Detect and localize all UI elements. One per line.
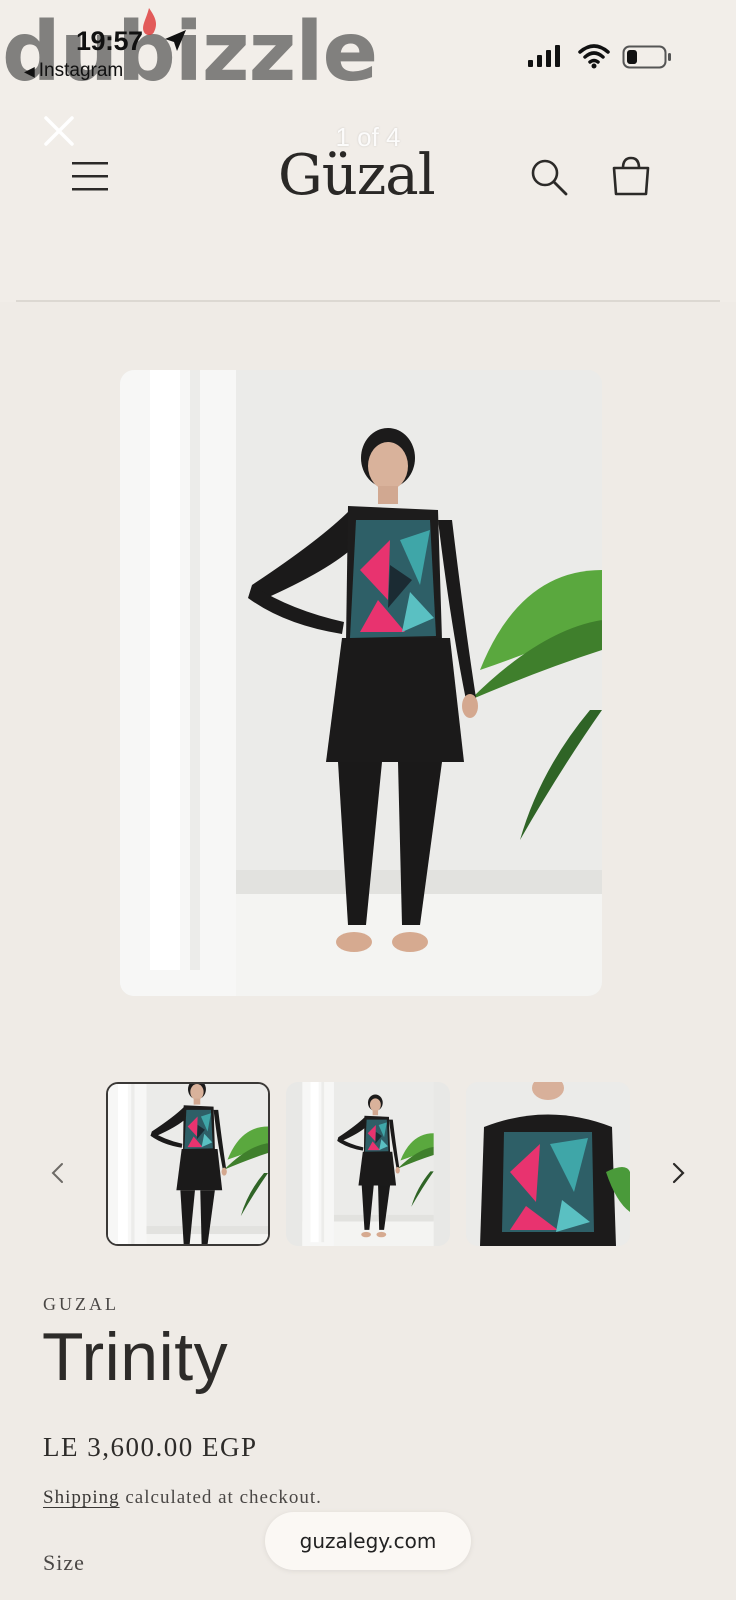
thumbnail-2[interactable]	[286, 1082, 450, 1246]
header-divider	[16, 300, 720, 302]
shipping-text: calculated at checkout.	[125, 1487, 322, 1508]
shipping-link[interactable]: Shipping	[43, 1487, 120, 1508]
chevron-right-icon[interactable]	[668, 1160, 690, 1186]
status-time: 19:57	[76, 26, 143, 56]
back-triangle-icon: ◀	[24, 63, 35, 79]
model-closeup-thumb	[466, 1082, 630, 1246]
battery-icon	[622, 45, 671, 69]
browser-url-bar[interactable]: guzalegy.com	[265, 1512, 471, 1570]
model-photo	[120, 370, 602, 996]
thumbnail-3[interactable]	[466, 1082, 630, 1246]
store-header: 1 of 4 Güzal	[0, 110, 736, 302]
cellular-signal-icon	[528, 45, 560, 67]
menu-icon[interactable]	[70, 158, 110, 194]
thumbnail-1[interactable]	[106, 1082, 270, 1246]
product-title: Trinity	[42, 1319, 229, 1395]
back-to-app-link[interactable]: ◀ Instagram	[24, 60, 123, 82]
product-main-image[interactable]	[120, 370, 602, 996]
url-text: guzalegy.com	[299, 1529, 437, 1553]
model-photo-thumb	[108, 1084, 268, 1244]
model-photo-thumb	[302, 1082, 434, 1246]
cart-icon[interactable]	[610, 154, 652, 198]
shipping-note: Shipping calculated at checkout.	[43, 1487, 322, 1509]
search-icon[interactable]	[528, 156, 570, 198]
product-price: LE 3,600.00 EGP	[43, 1432, 258, 1462]
product-vendor: GUZAL	[43, 1294, 119, 1314]
size-label: Size	[43, 1550, 85, 1575]
chevron-left-icon[interactable]	[46, 1160, 68, 1186]
back-app-label: Instagram	[38, 60, 124, 81]
status-bar: dubizzle 19:57 ◀ Instagram	[0, 0, 736, 110]
brand-logo[interactable]: Güzal	[278, 148, 436, 204]
wifi-icon	[578, 44, 610, 69]
location-arrow-icon	[165, 30, 186, 51]
